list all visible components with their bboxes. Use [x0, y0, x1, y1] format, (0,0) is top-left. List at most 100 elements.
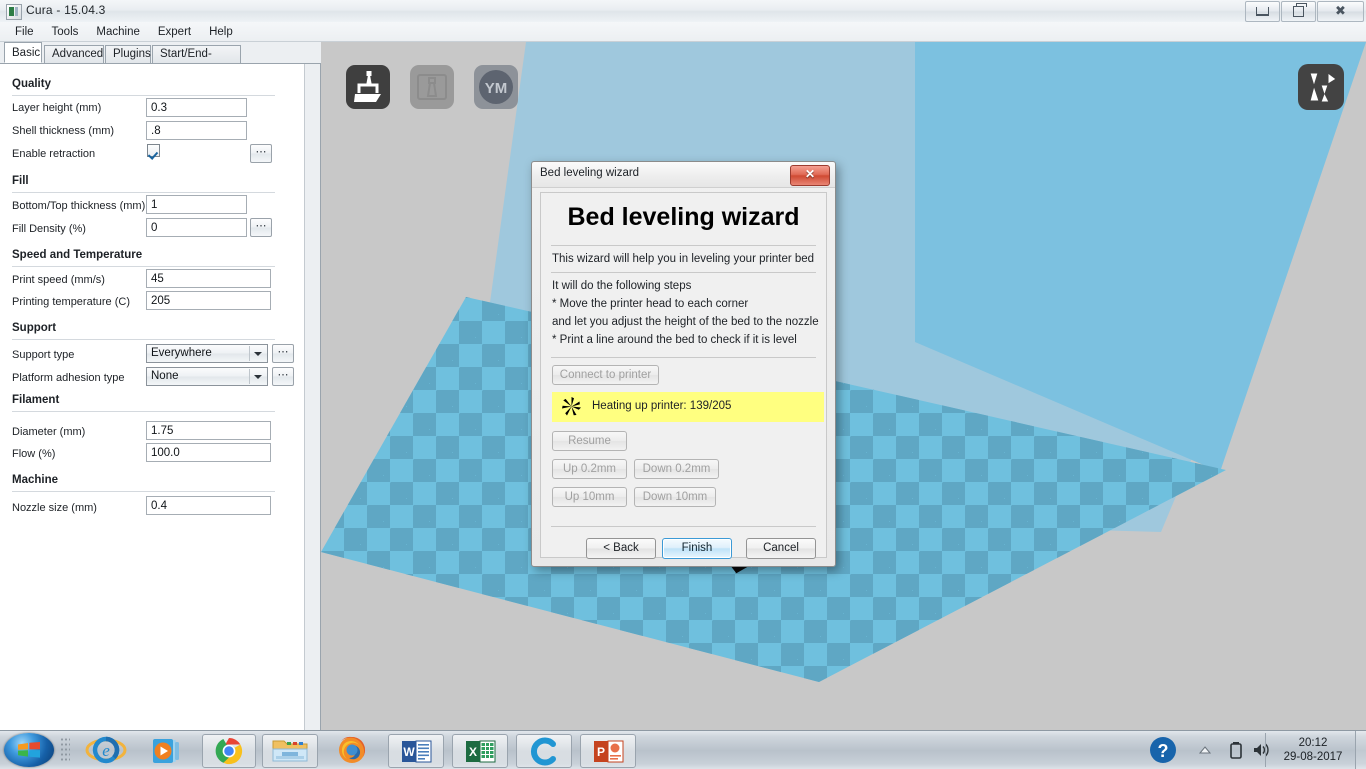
- down-0-2mm-button[interactable]: Down 0.2mm: [634, 459, 719, 479]
- maximize-restore-button[interactable]: [1281, 1, 1316, 22]
- resume-button[interactable]: Resume: [552, 431, 627, 451]
- svg-text:P: P: [597, 745, 605, 759]
- up-0-2mm-button[interactable]: Up 0.2mm: [552, 459, 627, 479]
- minimize-button[interactable]: [1245, 1, 1280, 22]
- show-hidden-icons-arrow[interactable]: [1198, 745, 1212, 755]
- taskbar-google-chrome[interactable]: [202, 734, 256, 768]
- dialog-rule-actions: [551, 357, 816, 358]
- dialog-step-3: * Print a line around the bed to check i…: [552, 334, 797, 346]
- settings-panel-content: Quality Layer height (mm) 0.3 Shell thic…: [0, 64, 305, 730]
- down-10mm-button[interactable]: Down 10mm: [634, 487, 716, 507]
- select-support-type-value: Everywhere: [151, 347, 212, 359]
- select-divider: [249, 369, 250, 384]
- taskbar-windows-media-player[interactable]: [142, 734, 190, 766]
- group-title-support: Support: [12, 322, 57, 334]
- show-desktop-button[interactable]: [1355, 731, 1366, 769]
- taskbar-word[interactable]: W: [388, 734, 444, 768]
- menu-bar: File Tools Machine Expert Help: [0, 22, 1366, 42]
- window-titlebar: Cura - 15.04.3 ✖: [0, 0, 1366, 23]
- taskbar-grip[interactable]: [60, 737, 70, 763]
- menu-item-help[interactable]: Help: [200, 24, 242, 40]
- dialog-rule-sub: [551, 272, 816, 273]
- close-button[interactable]: ✖: [1317, 1, 1364, 22]
- input-fill-density[interactable]: 0: [146, 218, 247, 237]
- tab-plugins[interactable]: Plugins: [105, 45, 151, 63]
- tab-advanced[interactable]: Advanced: [44, 45, 104, 63]
- up-10mm-button[interactable]: Up 10mm: [552, 487, 627, 507]
- load-model-icon[interactable]: [346, 65, 390, 109]
- dots-button-enable-retraction[interactable]: ⋯: [250, 144, 272, 163]
- label-fill-density: Fill Density (%): [12, 223, 86, 235]
- bed-leveling-wizard-dialog[interactable]: Bed leveling wizard ✕ Bed leveling wizar…: [531, 161, 836, 567]
- menu-item-expert[interactable]: Expert: [149, 24, 200, 40]
- cancel-button[interactable]: Cancel: [746, 538, 816, 559]
- menu-item-machine[interactable]: Machine: [87, 24, 148, 40]
- taskbar-internet-explorer[interactable]: e: [82, 734, 130, 766]
- taskbar-file-explorer[interactable]: [262, 734, 318, 768]
- label-enable-retraction: Enable retraction: [12, 148, 96, 160]
- clock-date: 29-08-2017: [1283, 751, 1343, 763]
- group-rule-filament: [12, 411, 275, 412]
- start-orb[interactable]: [4, 733, 54, 767]
- dialog-title: Bed leveling wizard: [540, 167, 640, 179]
- group-title-machine: Machine: [12, 474, 59, 486]
- dialog-heading: Bed leveling wizard: [567, 203, 800, 231]
- 3d-viewport[interactable]: YM: [321, 42, 1366, 730]
- label-print-speed: Print speed (mm/s): [12, 274, 105, 286]
- dialog-close-icon[interactable]: ✕: [790, 165, 830, 186]
- dots-button-platform-adhesion-type[interactable]: ⋯: [272, 367, 294, 386]
- taskbar-firefox[interactable]: [326, 734, 378, 766]
- input-nozzle-size[interactable]: 0.4: [146, 496, 271, 515]
- input-flow[interactable]: 100.0: [146, 443, 271, 462]
- dialog-body: Bed leveling wizard This wizard will hel…: [540, 192, 827, 559]
- label-platform-adhesion-type: Platform adhesion type: [12, 372, 125, 384]
- dots-button-fill-density[interactable]: ⋯: [250, 218, 272, 237]
- battery-icon[interactable]: [1228, 741, 1244, 759]
- input-shell-thickness[interactable]: .8: [146, 121, 247, 140]
- group-rule-quality: [12, 95, 275, 96]
- label-support-type: Support type: [12, 349, 75, 361]
- taskbar-cura[interactable]: [516, 734, 572, 768]
- menu-item-file[interactable]: File: [6, 24, 43, 40]
- print-model-icon[interactable]: [410, 65, 454, 109]
- checkbox-enable-retraction[interactable]: [147, 144, 160, 157]
- taskbar-clock[interactable]: 20:12 29-08-2017: [1272, 736, 1354, 764]
- window-title: Cura - 15.04.3: [26, 3, 106, 17]
- input-printing-temperature[interactable]: 205: [146, 291, 271, 310]
- group-title-quality: Quality: [12, 78, 51, 90]
- group-rule-machine: [12, 491, 275, 492]
- group-rule-fill: [12, 192, 275, 193]
- dialog-step-1: * Move the printer head to each corner: [552, 298, 749, 310]
- select-platform-adhesion-type[interactable]: None: [146, 367, 268, 386]
- taskbar-powerpoint[interactable]: P: [580, 734, 636, 768]
- label-printing-temperature: Printing temperature (C): [12, 296, 130, 308]
- label-flow: Flow (%): [12, 448, 56, 460]
- help-icon[interactable]: ?: [1148, 735, 1178, 765]
- cura-application-window: Cura - 15.04.3 ✖ File Tools Machine Expe…: [0, 0, 1366, 730]
- input-layer-height[interactable]: 0.3: [146, 98, 247, 117]
- label-bottom-top-thickness: Bottom/Top thickness (mm): [12, 200, 146, 212]
- view-mode-icon[interactable]: [1298, 64, 1344, 110]
- tab-basic[interactable]: Basic: [4, 42, 42, 63]
- dialog-step-2: and let you adjust the height of the bed…: [552, 316, 819, 328]
- finish-button[interactable]: Finish: [662, 538, 732, 559]
- back-button[interactable]: < Back: [586, 538, 656, 559]
- select-support-type[interactable]: Everywhere: [146, 344, 268, 363]
- dots-button-support-type[interactable]: ⋯: [272, 344, 294, 363]
- connect-to-printer-button[interactable]: Connect to printer: [552, 365, 659, 385]
- input-bottom-top-thickness[interactable]: 1: [146, 195, 247, 214]
- input-print-speed[interactable]: 45: [146, 269, 271, 288]
- label-layer-height: Layer height (mm): [12, 102, 102, 114]
- dialog-subtitle: This wizard will help you in leveling yo…: [552, 253, 815, 265]
- status-text: Heating up printer: 139/205: [592, 400, 732, 412]
- taskbar-excel[interactable]: X: [452, 734, 508, 768]
- settings-tabstrip: Basic Advanced Plugins Start/End-GCode: [0, 42, 321, 77]
- group-title-speed-temperature: Speed and Temperature: [12, 249, 143, 261]
- youmagine-icon[interactable]: YM: [474, 65, 518, 109]
- dialog-step-0: It will do the following steps: [552, 280, 692, 292]
- input-diameter[interactable]: 1.75: [146, 421, 271, 440]
- menu-item-tools[interactable]: Tools: [43, 24, 88, 40]
- volume-icon[interactable]: [1253, 742, 1271, 758]
- tab-start-end-gcode[interactable]: Start/End-GCode: [152, 45, 241, 77]
- svg-text:X: X: [469, 745, 477, 759]
